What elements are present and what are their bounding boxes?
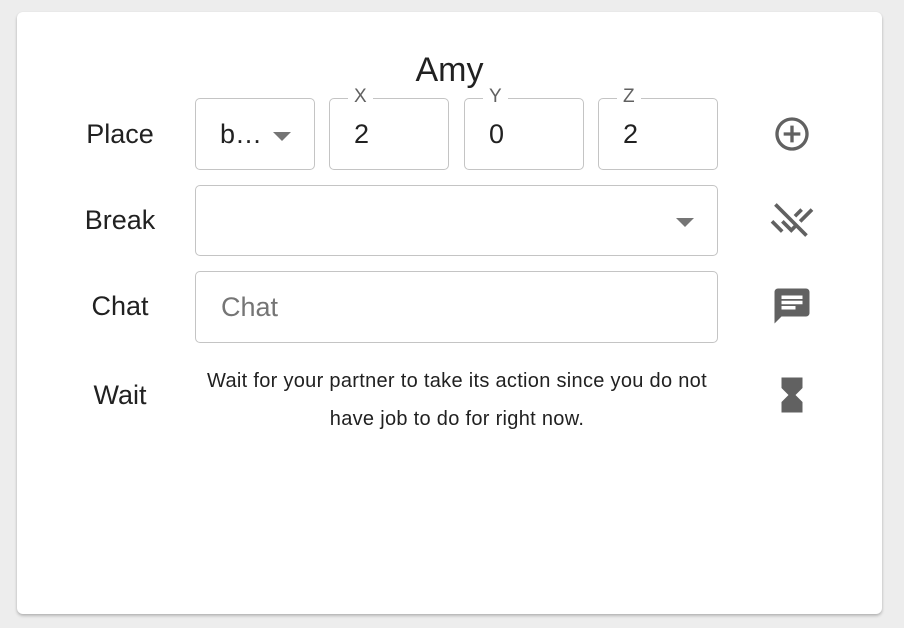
x-coordinate-field[interactable]: X 2: [329, 86, 449, 170]
y-value: 0: [489, 119, 505, 149]
place-label: Place: [86, 119, 154, 149]
chat-label: Chat: [91, 291, 149, 321]
remove-done-icon: [770, 203, 814, 237]
add-circle-icon: [775, 117, 809, 151]
chevron-down-icon: [273, 132, 291, 141]
action-panel-card: Amy Place b… X 2 Y 0 Z 2 Break Chat Chat…: [17, 12, 882, 614]
chevron-down-icon: [676, 218, 694, 227]
break-button[interactable]: [768, 196, 816, 244]
break-select[interactable]: [195, 185, 718, 256]
x-legend: X: [348, 86, 373, 108]
z-value: 2: [623, 119, 639, 149]
z-coordinate-field[interactable]: Z 2: [598, 86, 718, 170]
wait-label: Wait: [93, 380, 147, 410]
agent-name-title: Amy: [415, 51, 484, 89]
chat-input[interactable]: [196, 272, 717, 342]
x-value: 2: [354, 119, 370, 149]
send-chat-button[interactable]: [768, 282, 816, 330]
wait-button[interactable]: [768, 371, 816, 419]
y-coordinate-field[interactable]: Y 0: [464, 86, 584, 170]
break-label: Break: [84, 205, 156, 235]
chat-field: [195, 271, 718, 343]
block-select[interactable]: b…: [195, 98, 315, 170]
block-select-value: b…: [220, 119, 263, 149]
z-legend: Z: [617, 86, 641, 108]
wait-message: Wait for your partner to take its action…: [207, 370, 707, 430]
y-legend: Y: [483, 86, 508, 108]
place-button[interactable]: [768, 110, 816, 158]
hourglass-icon: [781, 377, 803, 413]
chat-icon: [774, 288, 810, 324]
